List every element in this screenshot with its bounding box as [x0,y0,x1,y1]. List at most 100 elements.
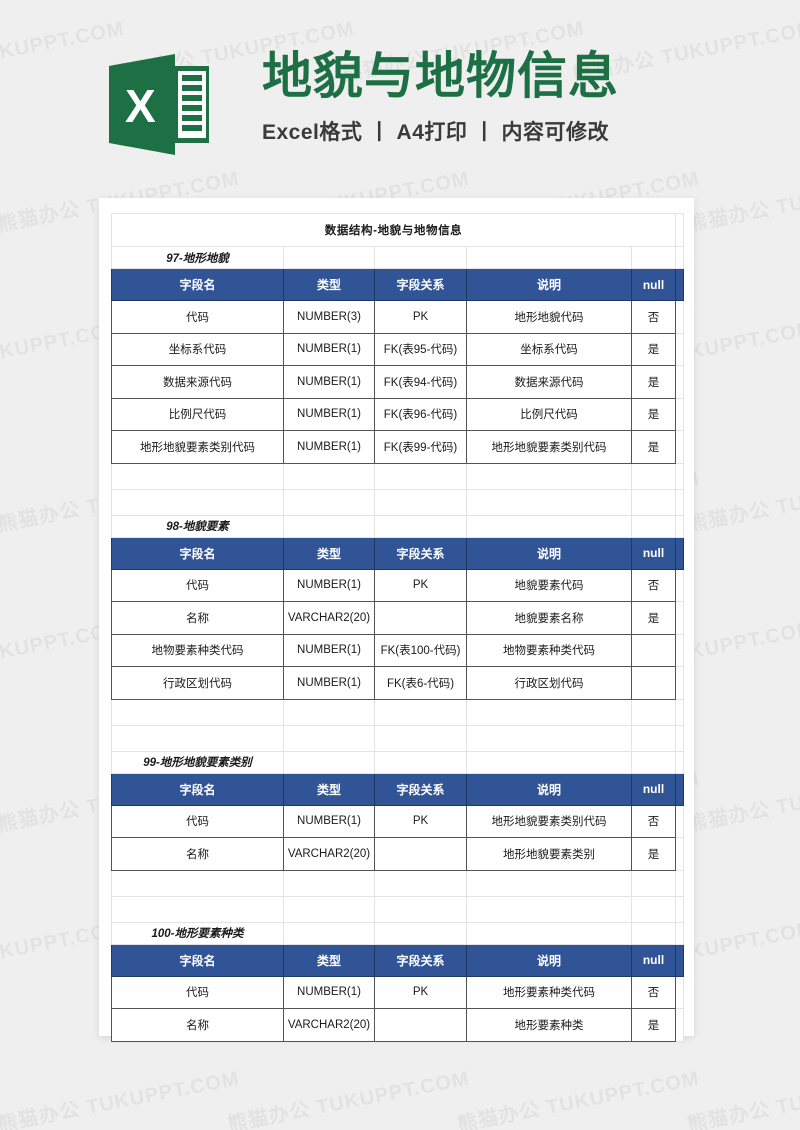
empty-cell [675,462,685,490]
empty-cell [283,724,375,752]
cell-字段名: 地形地貌要素类别代码 [111,430,284,464]
document-title: 数据结构-地貌与地物信息 [110,213,677,247]
cell-类型: NUMBER(3) [283,300,375,334]
column-header-1: 字段名 [111,268,284,301]
empty-cell [111,869,284,897]
cell-字段关系: FK(表94-代码) [374,365,467,399]
section-label: 97-地形地貌 [111,246,284,269]
cell-类型: NUMBER(1) [283,975,375,1009]
cell-字段关系 [374,1008,467,1042]
cell-说明: 地形地貌代码 [466,300,632,334]
cell-说明: 地形要素种类代码 [466,975,632,1009]
empty-cell [374,462,467,490]
cell-null [630,666,677,700]
empty-cell [675,536,685,570]
cell-类型: NUMBER(1) [283,666,375,700]
empty-cell [675,268,685,301]
data-structure-table: 数据结构-地貌与地物信息 97-地形地貌 字段名 类型 字段关系 说明 null 代码 NUMB… [110,213,685,1042]
spacer-row [111,488,685,516]
empty-cell [374,750,467,774]
column-header-5: null [630,268,677,301]
empty-cell [374,698,467,726]
empty-cell [111,462,284,490]
column-header-5: null [630,772,677,806]
section-label-row: 97-地形地貌 [111,246,685,269]
watermark-text: 熊猫办公 TUKUPPT.COM [0,1067,242,1130]
watermark-text: 熊猫办公 TUKUPPT.COM [685,767,800,837]
empty-cell [466,698,632,726]
cell-null: 是 [630,837,677,871]
empty-cell [675,895,685,923]
cell-说明: 地形地貌要素类别 [466,837,632,871]
empty-cell [466,750,632,774]
empty-cell [630,514,677,538]
column-header-3: 字段关系 [374,268,467,301]
cell-字段关系: PK [374,804,467,838]
cell-字段名: 比例尺代码 [111,397,284,431]
cell-类型: NUMBER(1) [283,633,375,667]
empty-cell [675,869,685,897]
cell-字段名: 代码 [111,568,284,602]
cell-null: 是 [630,1008,677,1042]
table-row: 代码 NUMBER(3) PK 地形地貌代码否 [111,300,685,334]
spacer-row [111,869,685,897]
empty-cell [675,943,685,977]
column-header-1: 字段名 [111,536,284,570]
empty-cell [466,921,632,945]
cell-字段关系: FK(表99-代码) [374,430,467,464]
empty-cell [374,724,467,752]
cell-字段关系: FK(表95-代码) [374,332,467,366]
empty-cell [630,869,677,897]
empty-cell [374,488,467,516]
spacer-row [111,724,685,752]
column-header-4: 说明 [466,943,632,977]
cell-类型: NUMBER(1) [283,332,375,366]
empty-cell [283,895,375,923]
cell-类型: VARCHAR2(20) [283,837,375,871]
table-row: 数据来源代码 NUMBER(1) FK(表94-代码) 数据来源代码是 [111,365,685,399]
empty-cell [283,750,375,774]
column-header-3: 字段关系 [374,772,467,806]
empty-cell [675,1008,685,1042]
cell-字段关系: FK(表100-代码) [374,633,467,667]
empty-cell [466,869,632,897]
document-title-row: 数据结构-地貌与地物信息 [110,213,685,247]
table-header-row: 字段名 类型 字段关系 说明 null [111,772,685,806]
excel-logo-icon: X [107,52,211,157]
table-row: 代码 NUMBER(1) PK 地貌要素代码否 [111,568,685,602]
empty-cell [630,488,677,516]
table-row: 代码 NUMBER(1) PK 地形地貌要素类别代码否 [111,804,685,838]
column-header-2: 类型 [283,268,375,301]
spreadsheet-area: 数据结构-地貌与地物信息 97-地形地貌 字段名 类型 字段关系 说明 null 代码 NUMB… [110,213,685,1042]
empty-cell [630,246,677,269]
cell-类型: NUMBER(1) [283,365,375,399]
empty-cell [111,698,284,726]
cell-null: 否 [630,568,677,602]
column-header-3: 字段关系 [374,943,467,977]
empty-cell [675,601,685,635]
cell-字段名: 代码 [111,804,284,838]
column-header-3: 字段关系 [374,536,467,570]
empty-cell [374,514,467,538]
empty-cell [675,975,685,1009]
cell-null: 是 [630,332,677,366]
cell-说明: 地貌要素代码 [466,568,632,602]
empty-cell [283,514,375,538]
cell-说明: 地形要素种类 [466,1008,632,1042]
empty-cell [675,514,685,538]
empty-cell [466,895,632,923]
cell-字段关系: FK(表96-代码) [374,397,467,431]
document-page: 数据结构-地貌与地物信息 97-地形地貌 字段名 类型 字段关系 说明 null 代码 NUMB… [99,198,694,1042]
empty-cell [374,921,467,945]
table-header-row: 字段名 类型 字段关系 说明 null [111,943,685,977]
empty-cell [283,246,375,269]
column-header-1: 字段名 [111,943,284,977]
watermark-text: 熊猫办公 TUKUPPT.COM [685,467,800,537]
cell-字段名: 代码 [111,300,284,334]
table-row: 地物要素种类代码 NUMBER(1) FK(表100-代码) 地物要素种类代码 [111,633,685,667]
empty-cell [466,462,632,490]
cell-字段关系: PK [374,300,467,334]
section-label-row: 100-地形要素种类 [111,921,685,945]
header-banner: X 地貌与地物信息 Excel格式 丨 A4打印 丨 内容可修改 [0,0,800,190]
empty-cell [466,724,632,752]
